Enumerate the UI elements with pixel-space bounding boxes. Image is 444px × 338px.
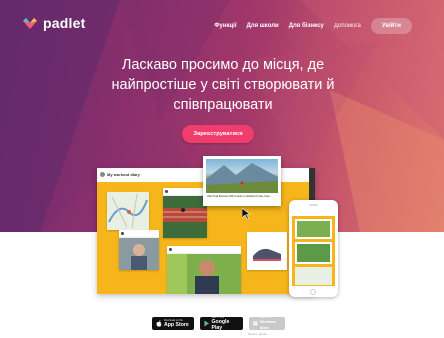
- app-store-badge[interactable]: Download on the App Store: [152, 317, 194, 330]
- windows-store-badge[interactable]: Get it from Windows Store: [249, 316, 285, 330]
- shoe-card: [247, 232, 287, 270]
- google-play-big: Google Play: [211, 319, 230, 331]
- login-button[interactable]: Увійти: [370, 18, 412, 34]
- nav-features[interactable]: Функції: [214, 23, 236, 29]
- nav-schools[interactable]: Для школи: [247, 23, 279, 29]
- padlet-logo-icon: [23, 18, 37, 29]
- phone-preview: [289, 200, 338, 297]
- runner-photo: [119, 238, 159, 270]
- video-card: [167, 246, 241, 294]
- windows-store-small: Get it from: [259, 316, 272, 319]
- track-card: [163, 188, 207, 238]
- padlet-logo[interactable]: padlet: [22, 15, 85, 31]
- google-play-icon: [204, 320, 210, 327]
- windows-store-big: Windows Store: [259, 320, 276, 330]
- google-play-badge[interactable]: GET IT ON Google Play: [200, 316, 243, 331]
- signup-button[interactable]: Зареєструватися: [182, 125, 254, 143]
- app-store-small: Download on the: [164, 319, 183, 322]
- map-thumbnail: [107, 192, 149, 230]
- track-photo: [163, 196, 207, 238]
- shoe-photo: [247, 232, 287, 270]
- nav-business[interactable]: Для бізнесу: [289, 23, 324, 29]
- logo-text: padlet: [43, 15, 86, 31]
- phone-screen: [292, 210, 335, 286]
- mouse-cursor-icon: [242, 208, 251, 220]
- apple-icon: [156, 320, 162, 327]
- video-photo: [167, 254, 241, 294]
- badge-footnote: Просто ярлик: [248, 332, 267, 336]
- top-nav: Функції Для школи Для бізнесу Допомога У…: [214, 18, 412, 34]
- windows-icon: [253, 321, 258, 326]
- board-title: My workout diary: [107, 172, 140, 177]
- photo-card: [119, 230, 159, 270]
- expanded-post-card[interactable]: Ultra Trail Runners Who Fuels on Workout…: [203, 156, 281, 206]
- post-caption: Ultra Trail Runners Who Fuels on Workout…: [207, 195, 272, 198]
- app-store-big: App Store: [164, 322, 189, 328]
- phone-camera: [309, 204, 318, 206]
- hero-headline: Ласкаво просимо до місця, де найпростіше…: [111, 57, 335, 113]
- map-card: [107, 192, 149, 230]
- app-store-badges: Download on the App Store GET IT ON Goog…: [152, 316, 285, 331]
- phone-home-button: [310, 289, 316, 295]
- google-play-small: GET IT ON: [211, 316, 224, 319]
- mountain-photo: [206, 159, 278, 193]
- nav-help[interactable]: Допомога: [334, 23, 361, 29]
- avatar: [100, 172, 105, 177]
